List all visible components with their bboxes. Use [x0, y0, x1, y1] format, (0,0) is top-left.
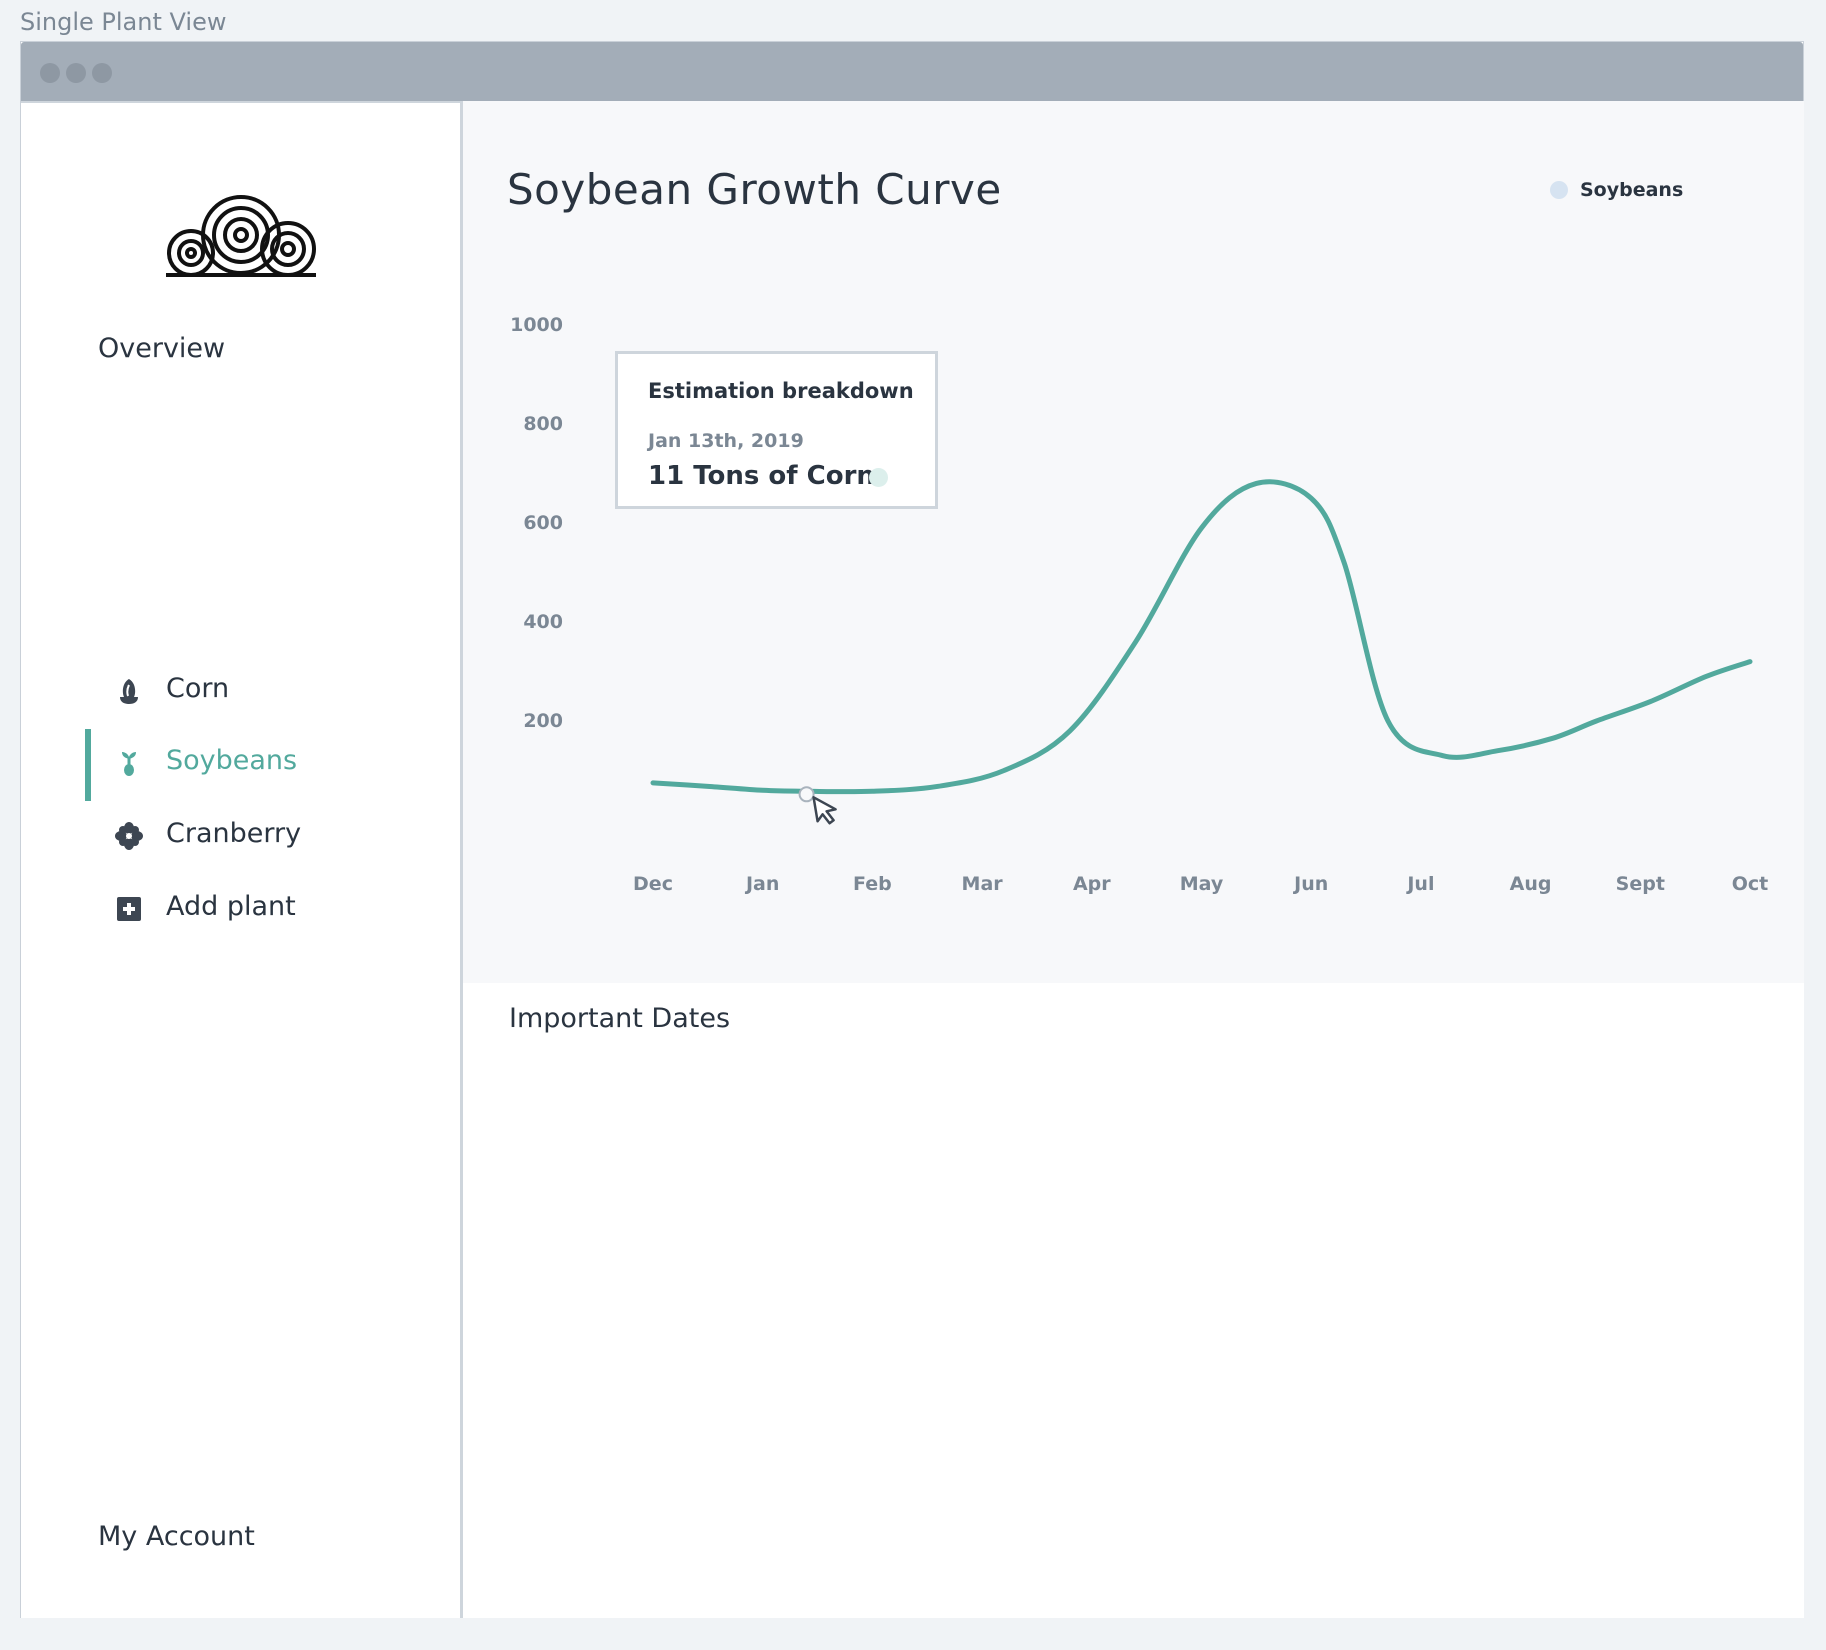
x-tick-label: Oct	[1732, 873, 1769, 895]
y-tick-label: 200	[523, 710, 563, 732]
sidebar-item-label: Soybeans	[166, 745, 298, 776]
corn-icon	[115, 677, 143, 705]
tooltip-title: Estimation breakdown	[648, 379, 914, 403]
my-account-link[interactable]: My Account	[98, 1521, 255, 1552]
sidebar-item-cranberry[interactable]: Cranberry	[21, 812, 460, 860]
x-tick-label: Mar	[962, 873, 1004, 895]
y-tick-label: 600	[523, 512, 563, 534]
sidebar-item-corn[interactable]: Corn	[21, 667, 460, 715]
active-indicator	[85, 729, 91, 801]
sidebar-item-soybeans[interactable]: Soybeans	[21, 729, 460, 801]
x-tick-label: May	[1180, 873, 1224, 895]
estimation-tooltip: Estimation breakdown Jan 13th, 2019 11 T…	[615, 351, 938, 509]
nav-overview[interactable]: Overview	[98, 333, 225, 364]
sidebar: Overview Corn Soybeans Cranberry Add pla…	[21, 101, 463, 1618]
plus-square-icon	[115, 895, 143, 923]
logo-spiral-icon	[166, 195, 316, 283]
page-label: Single Plant View	[20, 8, 227, 36]
window-titlebar	[21, 42, 1803, 101]
mouse-cursor-icon	[812, 796, 837, 825]
important-dates-title: Important Dates	[509, 1003, 731, 1034]
sidebar-item-add-plant[interactable]: Add plant	[21, 885, 460, 933]
growth-chart-panel: Soybean Growth Curve Soybeans 1000 800 600…	[463, 101, 1804, 983]
growth-chart[interactable]: 1000 800 600 400 200 Dec Jan Feb Mar Apr May Jun Jul…	[463, 101, 1804, 983]
x-tick-label: Apr	[1073, 873, 1111, 895]
cranberry-flower-icon	[115, 822, 143, 850]
x-tick-label: Jan	[744, 873, 779, 895]
sidebar-item-label: Add plant	[166, 891, 296, 922]
y-tick-label: 1000	[510, 314, 563, 336]
sidebar-item-label: Cranberry	[166, 818, 302, 849]
x-tick-label: Sept	[1616, 873, 1665, 895]
series-line-soybeans[interactable]	[650, 479, 1753, 795]
y-tick-label: 800	[523, 413, 563, 435]
tooltip-date: Jan 13th, 2019	[648, 430, 804, 452]
window-close-button[interactable]	[40, 63, 60, 83]
tooltip-series-dot	[869, 468, 888, 487]
x-tick-label: Jul	[1405, 873, 1434, 895]
tooltip-value: 11 Tons of Corn	[648, 461, 875, 491]
app-window: Overview Corn Soybeans Cranberry Add pla…	[20, 41, 1804, 1618]
hover-point[interactable]	[798, 786, 815, 803]
soybean-sprout-icon	[115, 749, 143, 777]
x-tick-label: Feb	[853, 873, 892, 895]
important-dates-panel: Important Dates	[463, 983, 1804, 1618]
x-tick-label: Dec	[633, 873, 673, 895]
y-tick-label: 400	[523, 611, 563, 633]
window-minimize-button[interactable]	[66, 63, 86, 83]
window-maximize-button[interactable]	[92, 63, 112, 83]
sidebar-item-label: Corn	[166, 673, 230, 704]
x-tick-label: Aug	[1510, 873, 1552, 895]
x-tick-label: Jun	[1292, 873, 1328, 895]
